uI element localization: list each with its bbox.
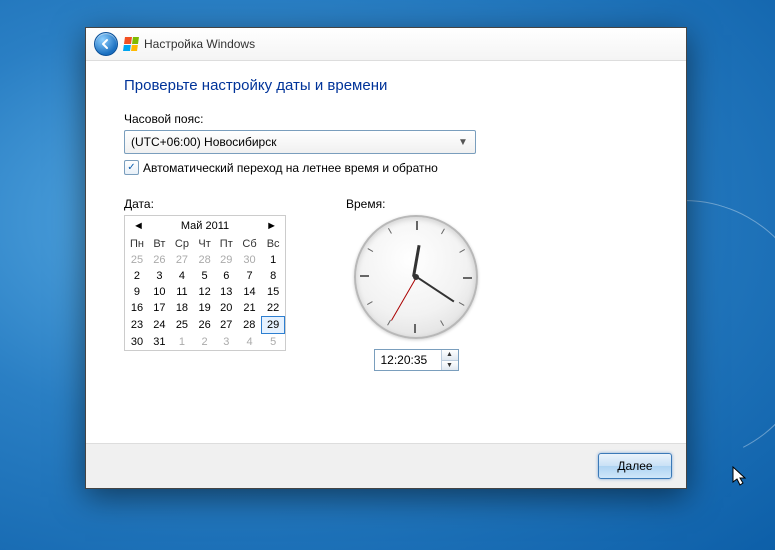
next-button-label: Далее: [617, 459, 652, 473]
calendar-weekday: Чт: [194, 236, 215, 252]
calendar-day[interactable]: 30: [237, 252, 261, 268]
calendar-day[interactable]: 12: [194, 284, 215, 300]
arrow-left-icon: [100, 38, 112, 50]
calendar-day[interactable]: 26: [149, 252, 170, 268]
time-spinner[interactable]: 12:20:35 ▲ ▼: [374, 349, 459, 371]
dialog-body: Проверьте настройку даты и времени Часов…: [86, 61, 686, 443]
calendar-day[interactable]: 28: [194, 252, 215, 268]
calendar-prev[interactable]: ◄: [131, 220, 146, 232]
mouse-cursor-icon: [732, 466, 748, 488]
calendar-day[interactable]: 5: [194, 268, 215, 284]
calendar-day[interactable]: 6: [215, 268, 237, 284]
calendar-day[interactable]: 1: [262, 252, 285, 268]
calendar-day[interactable]: 23: [125, 317, 149, 334]
calendar[interactable]: ◄ Май 2011 ► ПнВтСрЧтПтСбВс 252627282930…: [124, 215, 286, 351]
calendar-day[interactable]: 3: [149, 268, 170, 284]
calendar-day[interactable]: 3: [215, 334, 237, 351]
calendar-weekday: Ср: [170, 236, 194, 252]
calendar-weekday: Пн: [125, 236, 149, 252]
calendar-day[interactable]: 25: [125, 252, 149, 268]
calendar-day[interactable]: 27: [170, 252, 194, 268]
calendar-grid: ПнВтСрЧтПтСбВс 2526272829301234567891011…: [125, 236, 285, 350]
dst-label: Автоматический переход на летнее время и…: [143, 161, 438, 175]
time-spin-down[interactable]: ▼: [442, 360, 458, 371]
calendar-day[interactable]: 10: [149, 284, 170, 300]
calendar-day[interactable]: 31: [149, 334, 170, 351]
time-value[interactable]: 12:20:35: [375, 350, 441, 370]
calendar-day[interactable]: 25: [170, 317, 194, 334]
calendar-day[interactable]: 29: [215, 252, 237, 268]
calendar-day[interactable]: 11: [170, 284, 194, 300]
calendar-day[interactable]: 17: [149, 300, 170, 317]
calendar-weekday: Вт: [149, 236, 170, 252]
setup-dialog: Настройка Windows Проверьте настройку да…: [85, 27, 687, 489]
timezone-label: Часовой пояс:: [124, 112, 648, 126]
dialog-header: Настройка Windows: [86, 28, 686, 61]
calendar-weekday: Вс: [262, 236, 285, 252]
calendar-next[interactable]: ►: [264, 220, 279, 232]
dst-checkbox[interactable]: ✓: [124, 160, 139, 175]
dst-row: ✓ Автоматический переход на летнее время…: [124, 160, 648, 175]
dialog-footer: Далее: [86, 443, 686, 488]
next-button[interactable]: Далее: [598, 453, 672, 479]
calendar-day[interactable]: 16: [125, 300, 149, 317]
date-column: Дата: ◄ Май 2011 ► ПнВтСрЧтПтСбВс 252627…: [124, 197, 286, 371]
calendar-day[interactable]: 4: [170, 268, 194, 284]
time-label: Время:: [346, 197, 486, 211]
calendar-day[interactable]: 8: [262, 268, 285, 284]
date-label: Дата:: [124, 197, 286, 211]
calendar-day[interactable]: 24: [149, 317, 170, 334]
chevron-down-icon: ▼: [455, 134, 471, 150]
timezone-selected: (UTC+06:00) Новосибирск: [131, 135, 276, 149]
calendar-month: Май 2011: [181, 220, 229, 232]
calendar-day[interactable]: 28: [237, 317, 261, 334]
calendar-day[interactable]: 18: [170, 300, 194, 317]
calendar-day[interactable]: 20: [215, 300, 237, 317]
calendar-day[interactable]: 15: [262, 284, 285, 300]
calendar-day[interactable]: 30: [125, 334, 149, 351]
calendar-day[interactable]: 21: [237, 300, 261, 317]
page-heading: Проверьте настройку даты и времени: [124, 77, 648, 94]
timezone-combo[interactable]: (UTC+06:00) Новосибирск ▼: [124, 130, 476, 154]
calendar-day[interactable]: 19: [194, 300, 215, 317]
analog-clock: [354, 215, 478, 339]
back-button[interactable]: [94, 32, 118, 56]
calendar-day[interactable]: 27: [215, 317, 237, 334]
calendar-day[interactable]: 7: [237, 268, 261, 284]
calendar-day[interactable]: 2: [194, 334, 215, 351]
calendar-day[interactable]: 1: [170, 334, 194, 351]
time-column: Время: 12:20:35 ▲ ▼: [346, 197, 486, 371]
calendar-day[interactable]: 29: [262, 317, 285, 334]
calendar-day[interactable]: 9: [125, 284, 149, 300]
calendar-day[interactable]: 2: [125, 268, 149, 284]
calendar-weekday: Сб: [237, 236, 261, 252]
calendar-day[interactable]: 26: [194, 317, 215, 334]
calendar-day[interactable]: 14: [237, 284, 261, 300]
calendar-day[interactable]: 13: [215, 284, 237, 300]
calendar-day[interactable]: 22: [262, 300, 285, 317]
calendar-day[interactable]: 4: [237, 334, 261, 351]
time-spin-up[interactable]: ▲: [442, 350, 458, 360]
dialog-title: Настройка Windows: [144, 37, 255, 51]
windows-logo-icon: [123, 37, 139, 51]
calendar-day[interactable]: 5: [262, 334, 285, 351]
calendar-weekday: Пт: [215, 236, 237, 252]
